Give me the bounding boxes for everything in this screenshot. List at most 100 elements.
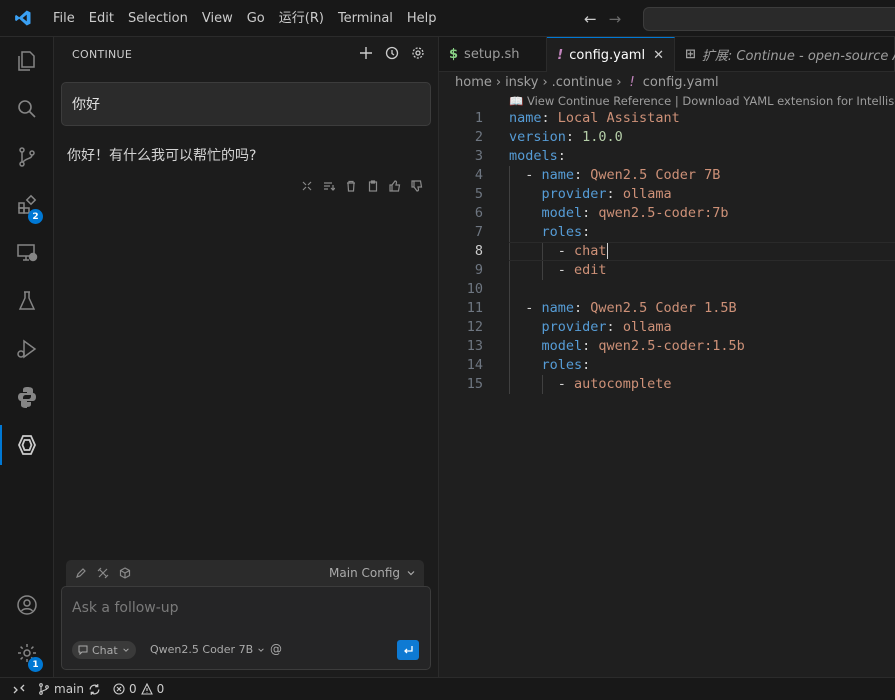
new-session-plus-icon[interactable] [358, 45, 374, 61]
breadcrumb: home › insky › .continue › ! config.yaml [455, 75, 719, 90]
code-line: 4 - name: Qwen2.5 Coder 7B [474, 166, 721, 185]
python-icon[interactable] [0, 373, 54, 421]
delete-trash-icon[interactable] [344, 179, 358, 193]
menu-edit[interactable]: Edit [82, 0, 121, 37]
model-selector[interactable]: Qwen2.5 Coder 7B [150, 643, 265, 656]
yaml-file-icon: ! [557, 47, 564, 63]
tab-setup-sh[interactable]: $ setup.sh [439, 37, 548, 72]
code-line: 5 provider: ollama [474, 185, 672, 204]
branch-indicator[interactable]: main [38, 682, 101, 696]
tab-label: 扩展: Continue - open-source AI [701, 49, 895, 64]
menu-help[interactable]: Help [400, 0, 444, 37]
account-icon[interactable] [0, 581, 54, 629]
mode-label: Chat [92, 643, 118, 657]
breadcrumb-insky[interactable]: insky [505, 75, 538, 90]
error-count: 0 [128, 682, 137, 696]
mode-selector[interactable]: Chat [72, 641, 136, 659]
tab-label: setup.sh [464, 47, 520, 62]
breadcrumb-continue[interactable]: .continue [552, 75, 613, 90]
code-line: 2 version: 1.0.0 [474, 129, 623, 145]
menu-bar: File Edit Selection View Go 运行(R) Termin… [46, 0, 444, 37]
breadcrumb-file[interactable]: config.yaml [643, 75, 719, 90]
mention-at-button[interactable]: @ [270, 642, 282, 656]
extensions-icon[interactable]: 2 [0, 181, 54, 229]
history-icon[interactable] [384, 45, 400, 61]
code-line: 14 roles: [466, 356, 591, 375]
config-selector[interactable]: Main Config [329, 566, 416, 580]
enter-icon [404, 646, 413, 654]
extensions-badge: 2 [28, 209, 43, 224]
menu-go[interactable]: Go [240, 0, 272, 37]
error-icon [113, 683, 125, 695]
command-center-search[interactable] [643, 7, 895, 31]
code-line: 13 model: qwen2.5-coder:1.5b [466, 337, 745, 356]
chevron-right-icon: › [542, 75, 548, 90]
continue-icon[interactable] [0, 421, 54, 469]
code-line: 12 provider: ollama [466, 318, 672, 337]
code-line: 10 [439, 280, 895, 299]
shell-file-icon: $ [449, 47, 459, 62]
chat-bubble-icon [78, 645, 88, 655]
continue-generation-icon[interactable] [322, 179, 336, 193]
forward-arrow-icon[interactable]: → [609, 10, 622, 28]
chevron-down-icon [407, 571, 415, 576]
code-line: 11 - name: Qwen2.5 Coder 1.5B [466, 299, 737, 318]
menu-terminal[interactable]: Terminal [331, 0, 400, 37]
compress-icon[interactable] [300, 179, 314, 193]
model-label: Qwen2.5 Coder 7B [150, 643, 254, 656]
vscode-logo-icon [0, 0, 46, 37]
close-tab-icon[interactable]: ✕ [653, 48, 664, 63]
continue-sidebar: CONTINUE 你好 你好！有什么我可以帮忙的吗? Main Config A… [54, 37, 439, 677]
settings-gear-icon[interactable] [410, 45, 426, 61]
code-line-current: 8 - chat [439, 242, 895, 261]
yaml-file-icon: ! [629, 75, 635, 90]
config-toolbar: Main Config [66, 560, 424, 586]
search-icon[interactable] [0, 85, 54, 133]
config-name-label: Main Config [329, 566, 400, 580]
back-arrow-icon[interactable]: ← [584, 10, 597, 28]
cube-icon[interactable] [118, 566, 132, 580]
activity-bar: 2 1 [0, 37, 54, 677]
tools-icon[interactable] [96, 566, 110, 580]
menu-file[interactable]: File [46, 0, 82, 37]
menu-run[interactable]: 运行(R) [272, 0, 331, 37]
menu-view[interactable]: View [195, 0, 240, 37]
message-toolbar [300, 179, 424, 193]
remote-indicator-icon[interactable] [0, 678, 38, 700]
copy-clipboard-icon[interactable] [366, 179, 380, 193]
tab-extension-continue[interactable]: ⊞ 扩展: Continue - open-source AI [675, 37, 895, 72]
thumbs-down-icon[interactable] [410, 179, 424, 193]
source-control-icon[interactable] [0, 133, 54, 181]
explorer-icon[interactable] [0, 37, 54, 85]
run-debug-icon[interactable] [0, 325, 54, 373]
title-bar: File Edit Selection View Go 运行(R) Termin… [0, 0, 895, 37]
user-message[interactable]: 你好 [61, 82, 431, 126]
pencil-icon[interactable] [74, 566, 88, 580]
extension-file-icon: ⊞ [685, 47, 696, 62]
chat-input-placeholder: Ask a follow-up [72, 600, 179, 616]
remote-explorer-icon[interactable] [0, 229, 54, 277]
menu-selection[interactable]: Selection [121, 0, 195, 37]
nav-arrows: ← → [584, 0, 621, 37]
editor-tabs: $ setup.sh ! config.yaml ✕ ⊞ 扩展: Continu… [439, 37, 895, 72]
manage-gear-icon[interactable]: 1 [0, 629, 54, 677]
git-branch-icon [39, 683, 49, 695]
thumbs-up-icon[interactable] [388, 179, 402, 193]
code-editor[interactable]: 1 name: Local Assistant 2 version: 1.0.0 3… [439, 109, 895, 394]
problems-indicator[interactable]: 0 0 [113, 682, 164, 696]
codelens-links[interactable]: 📖 View Continue Reference | Download YAM… [509, 94, 895, 108]
chat-input-box[interactable]: Ask a follow-up Chat Qwen2.5 Coder 7B @ [61, 586, 431, 670]
testing-flask-icon[interactable] [0, 277, 54, 325]
code-line: 7 roles: [474, 223, 591, 242]
chevron-down-icon [258, 647, 264, 652]
breadcrumb-home[interactable]: home [455, 75, 492, 90]
code-line: 9 - edit [474, 261, 607, 280]
warning-count: 0 [156, 682, 165, 696]
tab-config-yaml[interactable]: ! config.yaml ✕ [547, 37, 675, 72]
code-line: 1 name: Local Assistant [474, 110, 680, 126]
sync-icon[interactable] [88, 683, 101, 696]
chevron-down-icon [122, 648, 129, 652]
tab-label: config.yaml [569, 47, 646, 63]
branch-name: main [54, 682, 84, 696]
send-enter-button[interactable] [397, 640, 419, 660]
